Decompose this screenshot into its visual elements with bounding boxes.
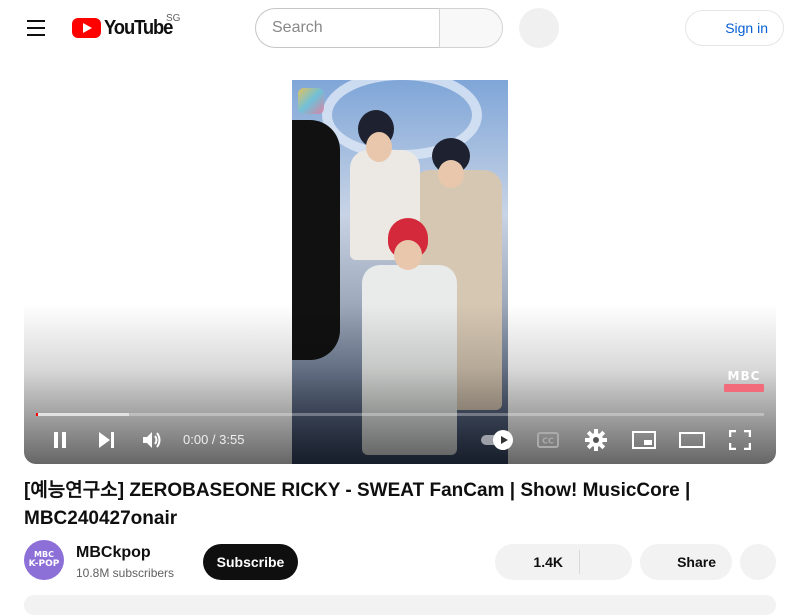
settings-button[interactable] (580, 424, 612, 456)
like-count: 1.4K (533, 554, 563, 570)
autoplay-play-icon (493, 430, 513, 450)
masthead: YouTube SG Sign in (0, 0, 800, 56)
channel-avatar[interactable]: MBC K-POP (24, 540, 64, 580)
mbc-watermark-text: MBC (727, 369, 761, 383)
cc-icon: CC (537, 432, 559, 448)
menu-line (27, 34, 45, 36)
menu-line (27, 20, 45, 22)
subscribe-button[interactable]: Subscribe (203, 544, 298, 580)
pause-icon (54, 432, 66, 448)
time-display: 0:00 / 3:55 (183, 432, 245, 447)
mbc-watermark-bar (724, 384, 764, 392)
like-dislike-group: 1.4K (495, 544, 632, 580)
volume-button[interactable] (136, 424, 168, 456)
share-button[interactable]: Share (640, 544, 732, 580)
avatar-text-line1: MBC (34, 550, 54, 559)
more-actions-button[interactable] (740, 544, 776, 580)
mbc-watermark: MBC (724, 370, 764, 394)
volume-icon (143, 432, 161, 448)
miniplayer-icon (632, 431, 656, 449)
share-label: Share (677, 554, 716, 570)
fullscreen-icon (729, 430, 751, 450)
miniplayer-button[interactable] (628, 424, 660, 456)
like-button[interactable]: 1.4K (495, 544, 579, 580)
country-code: SG (166, 13, 181, 24)
avatar-text-line2: K-POP (28, 559, 60, 569)
subscribe-label: Subscribe (216, 554, 285, 570)
youtube-play-icon (72, 18, 101, 38)
performer-face (438, 160, 464, 188)
progress-played (36, 413, 38, 416)
video-player[interactable]: MBC 0:00 / 3:55 CC (24, 80, 776, 464)
dislike-button[interactable] (580, 544, 632, 580)
sign-in-label: Sign in (725, 20, 768, 36)
theater-icon (679, 432, 705, 448)
logo-text: YouTube (104, 16, 173, 39)
performer-face (366, 132, 392, 162)
performer-face (394, 240, 422, 270)
next-icon (99, 432, 114, 448)
youtube-logo[interactable]: YouTube (72, 16, 178, 40)
search-input[interactable] (272, 19, 440, 37)
program-logo-icon (298, 88, 324, 114)
search-box[interactable] (255, 8, 440, 48)
video-title: [예능연구소] ZEROBASEONE RICKY - SWEAT FanCam… (24, 480, 691, 529)
search-button[interactable] (439, 8, 503, 48)
svg-text:CC: CC (542, 437, 554, 446)
voice-search-button[interactable] (519, 8, 559, 48)
sign-in-button[interactable]: Sign in (685, 10, 784, 46)
channel-name[interactable]: MBCkpop (76, 544, 151, 562)
captions-button[interactable]: CC (532, 424, 564, 456)
fullscreen-button[interactable] (724, 424, 756, 456)
menu-line (27, 27, 45, 29)
progress-buffered (36, 413, 129, 416)
progress-bar[interactable] (36, 413, 764, 416)
theater-mode-button[interactable] (676, 424, 708, 456)
next-button[interactable] (90, 424, 122, 456)
pause-button[interactable] (44, 424, 76, 456)
description-box[interactable] (24, 595, 776, 615)
hamburger-menu-icon[interactable] (16, 8, 56, 48)
subscriber-count: 10.8M subscribers (76, 566, 175, 580)
autoplay-toggle[interactable] (481, 430, 517, 450)
gear-icon (585, 429, 607, 451)
